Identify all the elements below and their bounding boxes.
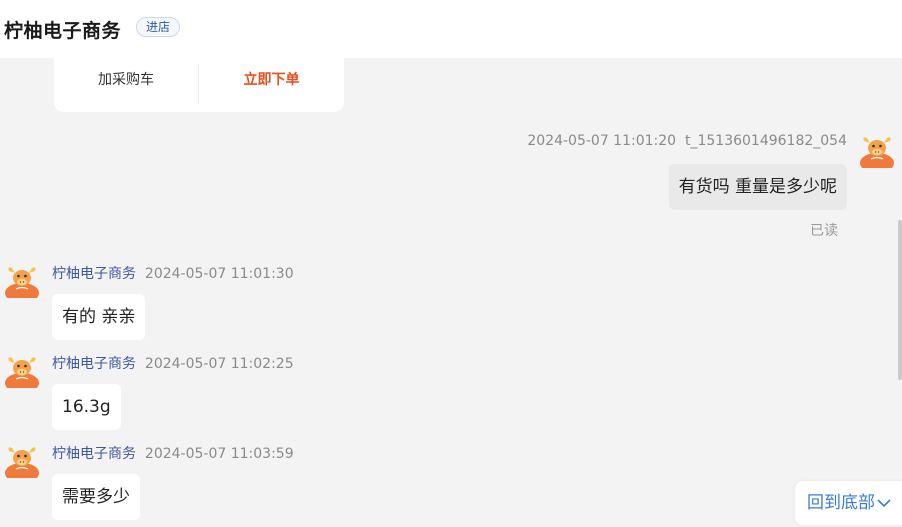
scroll-to-bottom-label: 回到底部 xyxy=(807,493,875,513)
chat-header: 柠柚电子商务 进店 xyxy=(0,0,902,58)
message-meta: 柠柚电子商务 2024-05-07 11:01:30 xyxy=(52,263,294,283)
add-to-cart-button[interactable]: 加采购车 xyxy=(54,58,198,102)
shop-avatar-icon xyxy=(4,352,40,388)
message-sender: t_1513601496182_054 xyxy=(684,133,847,149)
user-avatar-icon xyxy=(859,132,895,168)
buy-now-button[interactable]: 立即下单 xyxy=(199,58,344,102)
shop-name: 柠柚电子商务 xyxy=(4,20,122,42)
product-card: 加采购车 立即下单 xyxy=(54,58,344,112)
scrollbar[interactable] xyxy=(898,220,902,380)
message-bubble: 需要多少 xyxy=(52,474,140,520)
message-meta: 柠柚电子商务 2024-05-07 11:02:25 xyxy=(52,353,294,373)
message-timestamp: 2024-05-07 11:01:20 xyxy=(527,133,677,149)
shop-avatar-icon xyxy=(4,442,40,478)
shop-avatar-icon xyxy=(4,262,40,298)
message-meta: 柠柚电子商务 2024-05-07 11:03:59 xyxy=(52,443,294,463)
message-timestamp: 2024-05-07 11:02:25 xyxy=(144,356,294,372)
scroll-to-bottom-button[interactable]: 回到底部 xyxy=(795,481,902,525)
message-meta: 2024-05-07 11:01:20 t_1513601496182_054 xyxy=(527,133,847,149)
enter-shop-button[interactable]: 进店 xyxy=(136,17,181,37)
message-sender: 柠柚电子商务 xyxy=(52,266,136,282)
message-timestamp: 2024-05-07 11:01:30 xyxy=(144,266,294,282)
read-status: 已读 xyxy=(810,223,838,239)
message-bubble: 有的 亲亲 xyxy=(52,294,146,340)
message-bubble: 有货吗 重量是多少呢 xyxy=(668,164,847,210)
message-bubble: 16.3g xyxy=(52,384,121,430)
message-sender: 柠柚电子商务 xyxy=(52,356,136,372)
message-timestamp: 2024-05-07 11:03:59 xyxy=(144,446,294,462)
message-sender: 柠柚电子商务 xyxy=(52,446,136,462)
chevron-down-icon xyxy=(877,499,891,508)
